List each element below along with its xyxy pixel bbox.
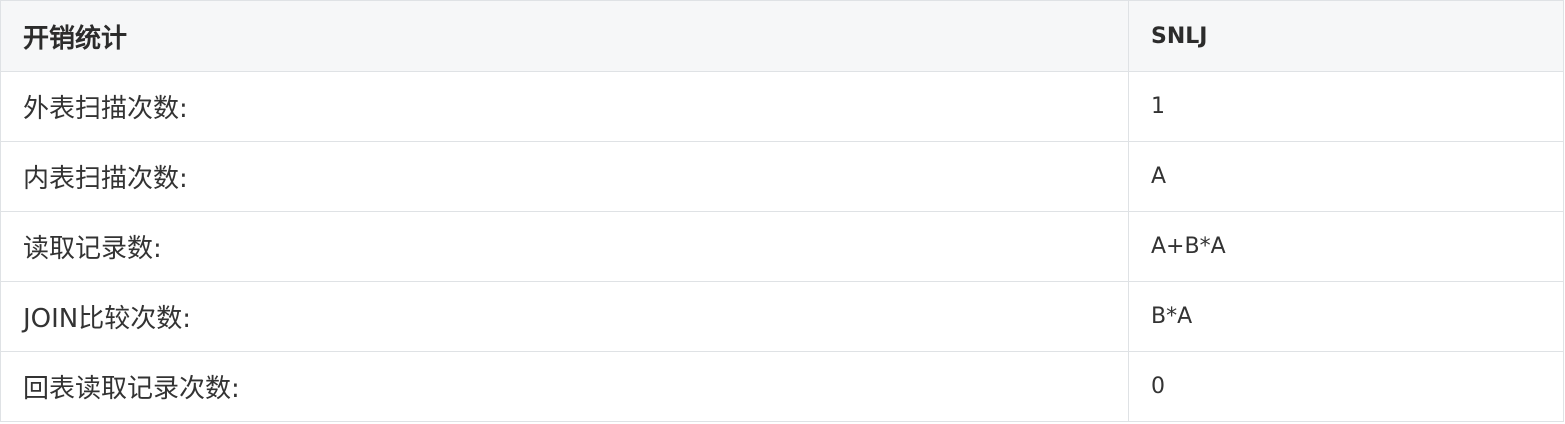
row-label: JOIN比较次数: xyxy=(0,281,1129,352)
cost-stats-table-container: 开销统计 SNLJ 外表扫描次数: 1 内表扫描次数: A 读取记录数: A+B… xyxy=(0,0,1564,424)
row-label: 外表扫描次数: xyxy=(0,71,1129,142)
header-row: 开销统计 SNLJ xyxy=(0,0,1564,72)
table-row: 回表读取记录次数: 0 xyxy=(0,351,1564,422)
table-row: 外表扫描次数: 1 xyxy=(0,71,1564,142)
header-cost-stats: 开销统计 xyxy=(0,0,1129,72)
table-row: 内表扫描次数: A xyxy=(0,141,1564,212)
row-value: A xyxy=(1128,141,1564,212)
table-row: 读取记录数: A+B*A xyxy=(0,211,1564,282)
row-value: 0 xyxy=(1128,351,1564,422)
row-label: 内表扫描次数: xyxy=(0,141,1129,212)
table-body: 外表扫描次数: 1 内表扫描次数: A 读取记录数: A+B*A JOIN比较次… xyxy=(0,71,1564,422)
table-row: JOIN比较次数: B*A xyxy=(0,281,1564,352)
table-header: 开销统计 SNLJ xyxy=(0,0,1564,72)
row-label: 读取记录数: xyxy=(0,211,1129,282)
row-label: 回表读取记录次数: xyxy=(0,351,1129,422)
row-value: 1 xyxy=(1128,71,1564,142)
cost-stats-table: 开销统计 SNLJ 外表扫描次数: 1 内表扫描次数: A 读取记录数: A+B… xyxy=(0,0,1564,422)
row-value: A+B*A xyxy=(1128,211,1564,282)
row-value: B*A xyxy=(1128,281,1564,352)
header-snlj: SNLJ xyxy=(1128,0,1564,72)
